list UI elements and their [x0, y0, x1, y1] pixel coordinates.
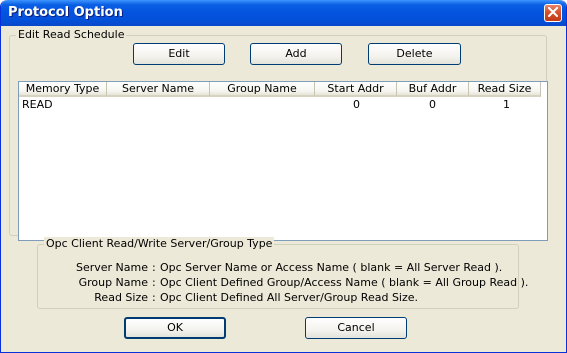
info-label-group-name: Group Name	[78, 276, 148, 289]
close-button[interactable]	[544, 4, 562, 22]
cancel-button[interactable]: Cancel	[305, 317, 407, 339]
column-header-read-size[interactable]: Read Size	[469, 82, 541, 97]
cell-memory-type: READ	[22, 98, 53, 111]
dialog-body: Edit Read Schedule Edit Add Delete Memor…	[4, 26, 563, 349]
list-header: Memory Type Server Name Group Name Start…	[19, 82, 547, 97]
cell-buf-addr: 0	[429, 98, 436, 111]
info-desc-group-name: Opc Client Defined Group/Access Name ( b…	[160, 276, 529, 289]
info-label-server-name: Server Name	[75, 261, 148, 274]
read-schedule-list[interactable]: Memory Type Server Name Group Name Start…	[18, 81, 548, 241]
add-button[interactable]: Add	[250, 43, 342, 65]
edit-read-schedule-legend: Edit Read Schedule	[16, 28, 127, 42]
info-sep: :	[152, 276, 156, 289]
protocol-option-dialog: Protocol Option Edit Read Schedule Edit …	[0, 0, 567, 353]
column-header-start-addr[interactable]: Start Addr	[315, 82, 397, 97]
info-desc-server-name: Opc Server Name or Access Name ( blank =…	[160, 261, 503, 274]
info-desc-read-size: Opc Client Defined All Server/Group Read…	[160, 291, 419, 304]
info-label-read-size: Read Size	[94, 291, 148, 304]
edit-button[interactable]: Edit	[133, 43, 225, 65]
info-sep: :	[152, 261, 156, 274]
close-icon	[548, 6, 558, 20]
info-sep: :	[152, 291, 156, 304]
opc-client-info-legend: Opc Client Read/Write Server/Group Type	[44, 237, 275, 251]
column-header-server-name[interactable]: Server Name	[107, 82, 210, 97]
title-bar[interactable]: Protocol Option	[1, 0, 566, 26]
opc-client-info-group: Opc Client Read/Write Server/Group Type …	[37, 237, 528, 309]
delete-button[interactable]: Delete	[368, 43, 461, 65]
window-title: Protocol Option	[8, 5, 123, 20]
cell-read-size: 1	[503, 98, 510, 111]
edit-read-schedule-group: Edit Read Schedule Edit Add Delete Memor…	[9, 28, 548, 241]
column-header-buf-addr[interactable]: Buf Addr	[397, 82, 469, 97]
cell-start-addr: 0	[353, 98, 360, 111]
column-header-memory-type[interactable]: Memory Type	[19, 82, 107, 97]
ok-button[interactable]: OK	[124, 317, 226, 339]
column-header-group-name[interactable]: Group Name	[210, 82, 315, 97]
